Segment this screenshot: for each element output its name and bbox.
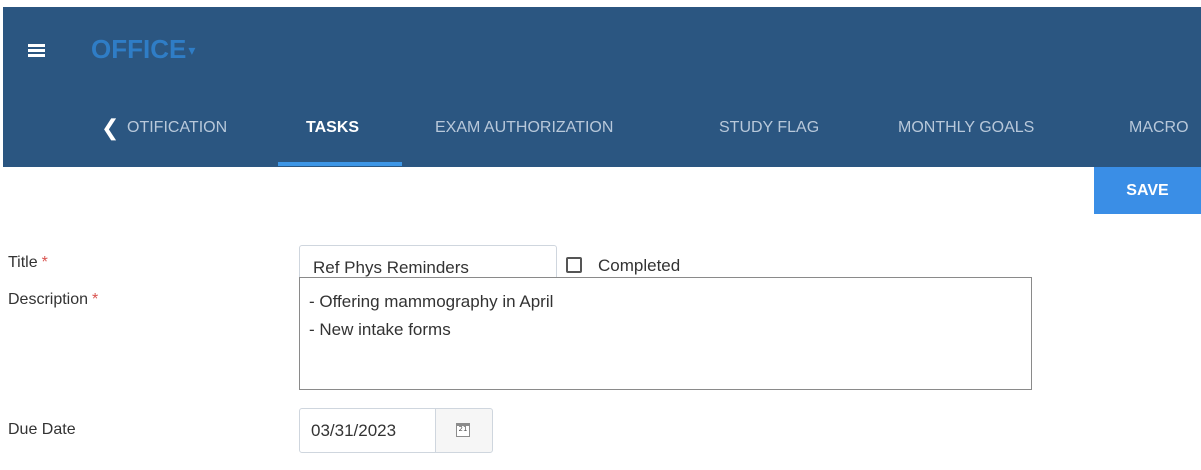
brand-name: OFFICE	[91, 34, 187, 64]
app-header: OFFICE ▾ ❮ OTIFICATION TASKS EXAM AUTHORI…	[3, 7, 1201, 167]
completed-label: Completed	[598, 256, 681, 275]
description-textarea[interactable]: - Offering mammography in April - New in…	[299, 277, 1032, 390]
app-frame: OFFICE ▾ ❮ OTIFICATION TASKS EXAM AUTHORI…	[0, 0, 1201, 470]
hamburger-line	[28, 44, 45, 47]
tab-study-flag[interactable]: STUDY FLAG	[719, 119, 819, 137]
caret-down-icon: ▾	[188, 42, 196, 58]
tab-bar: ❮ OTIFICATION TASKS EXAM AUTHORIZATION S…	[3, 107, 1201, 167]
title-label-text: Title	[8, 254, 38, 271]
tab-exam-authorization[interactable]: EXAM AUTHORIZATION	[435, 119, 613, 137]
date-picker-button[interactable]: 21	[435, 408, 493, 453]
app-brand-switcher[interactable]: OFFICE ▾	[91, 34, 195, 65]
tab-macro[interactable]: MACRO	[1129, 119, 1189, 137]
chevron-left-icon[interactable]: ❮	[101, 115, 119, 141]
tab-tasks[interactable]: TASKS	[306, 119, 359, 137]
completed-checkbox[interactable]	[566, 257, 582, 273]
description-label: Description *	[8, 291, 98, 309]
due-date-input[interactable]	[299, 408, 436, 453]
required-marker: *	[41, 254, 48, 271]
required-marker: *	[92, 291, 99, 308]
active-tab-indicator	[278, 162, 402, 166]
description-label-text: Description	[8, 291, 89, 308]
hamburger-line	[28, 49, 45, 52]
hamburger-menu-icon[interactable]	[28, 44, 45, 57]
due-date-label: Due Date	[8, 421, 76, 438]
save-button[interactable]: SAVE	[1094, 167, 1201, 214]
tab-monthly-goals[interactable]: MONTHLY GOALS	[898, 119, 1034, 137]
calendar-icon: 21	[456, 423, 470, 437]
tab-notification[interactable]: OTIFICATION	[127, 119, 227, 137]
hamburger-line	[28, 54, 45, 57]
title-label: Title *	[8, 254, 48, 272]
